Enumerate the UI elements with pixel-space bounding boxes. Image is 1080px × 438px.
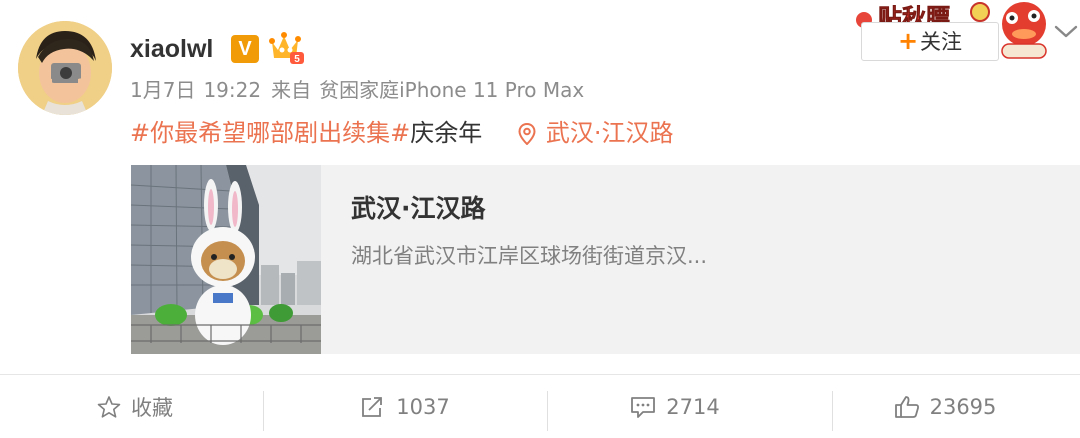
weibo-post: xiaolwl V 5 1月7日 19:22 来自 贫困家庭iPhone 11 Pro… (0, 0, 1080, 438)
comment-count: 2714 (666, 394, 720, 419)
location-card-address: 湖北省武汉市江岸区球场街街道京汉... (351, 244, 708, 268)
location-tag[interactable]: 武汉·江汉路 (518, 119, 674, 147)
location-thumbnail (131, 165, 321, 354)
comment-icon (631, 396, 656, 418)
action-separator (263, 391, 264, 431)
repost-icon (362, 396, 383, 417)
plus-icon: + (897, 27, 919, 55)
favorite-button[interactable]: 收藏 (0, 375, 270, 438)
action-separator (832, 391, 833, 431)
vip-badge[interactable]: V (231, 35, 259, 63)
username[interactable]: xiaolwl (130, 34, 213, 64)
location-tag-label: 武汉·江汉路 (545, 119, 674, 147)
post-time: 19:22 (203, 78, 262, 102)
follow-label: 关注 (920, 30, 963, 54)
like-count: 23695 (929, 394, 997, 419)
like-button[interactable]: 23695 (810, 375, 1080, 438)
comment-button[interactable]: 2714 (540, 375, 810, 438)
follow-button[interactable]: +关注 (861, 22, 999, 61)
chevron-down-icon[interactable] (1053, 22, 1079, 40)
location-card-title: 武汉·江汉路 (351, 194, 486, 223)
location-card[interactable]: 武汉·江汉路 湖北省武汉市江岸区球场街街道京汉... (131, 165, 1080, 354)
avatar[interactable] (18, 21, 112, 115)
favorite-label: 收藏 (131, 395, 173, 420)
star-icon (97, 395, 121, 418)
repost-count: 1037 (396, 394, 450, 419)
device-source[interactable]: 贫困家庭iPhone 11 Pro Max (319, 78, 584, 102)
repost-button[interactable]: 1037 (270, 375, 540, 438)
crown-icon[interactable]: 5 (268, 30, 304, 64)
post-content: #你最希望哪部剧出续集#庆余年 武汉·江汉路 (130, 116, 674, 150)
post-text: 庆余年 (410, 119, 483, 147)
action-separator (547, 391, 548, 431)
source-label: 来自 (271, 78, 312, 102)
action-bar: 收藏 1037 2714 23695 (0, 375, 1080, 438)
location-pin-icon (518, 123, 536, 145)
fan-level: 5 (294, 54, 300, 64)
topic-link[interactable]: #你最希望哪部剧出续集# (130, 119, 410, 147)
post-date: 1月7日 (130, 78, 196, 102)
post-meta: 1月7日 19:22 来自 贫困家庭iPhone 11 Pro Max (130, 77, 594, 103)
thumbs-up-icon (894, 395, 919, 418)
